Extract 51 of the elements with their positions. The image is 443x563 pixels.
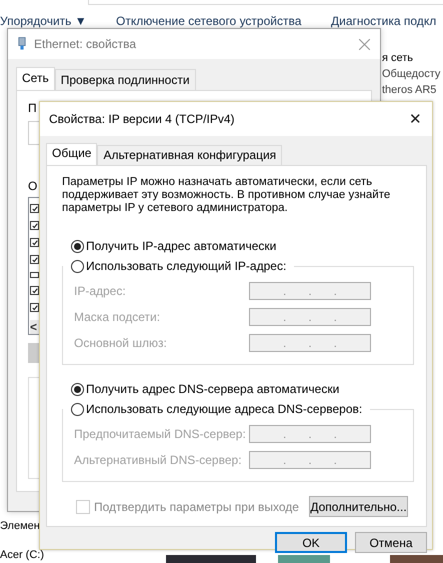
field-label: Основной шлюз: (74, 336, 168, 350)
radio-button[interactable] (71, 382, 84, 396)
radio-label[interactable]: Использовать следующий IP-адрес: (86, 259, 286, 273)
toolbar-item[interactable]: Диагностика подкл (331, 14, 436, 28)
radio-label[interactable]: Использовать следующие адреса DNS-серверов: (86, 402, 362, 416)
field-label: Альтернативный DNS-сервер: (74, 453, 243, 467)
checkbox[interactable] (30, 255, 39, 264)
advanced-button[interactable]: Дополнительно... (309, 496, 408, 517)
checkmark-icon (32, 288, 38, 294)
close-button[interactable]: ✕ (407, 112, 424, 126)
checkbox[interactable] (30, 221, 39, 230)
field-label: Маска подсети: (74, 310, 162, 324)
checkmark-icon (32, 304, 38, 310)
close-icon[interactable] (359, 38, 370, 50)
checkbox[interactable] (30, 204, 39, 213)
dialog-button[interactable]: Отмена (355, 532, 427, 553)
checkmark-icon (32, 256, 38, 262)
checkbox[interactable] (30, 286, 39, 295)
toolbar-item[interactable]: Отключение сетевого устройства (116, 14, 302, 28)
field-label: IP-адрес: (74, 284, 127, 298)
tab[interactable]: Проверка подлинности (54, 69, 196, 90)
radio-label[interactable]: Получить IP-адрес автоматически (86, 239, 276, 253)
tab[interactable]: Альтернативная конфигурация (97, 145, 282, 165)
window-title: Ethernet: свойства (34, 37, 138, 51)
checkbox[interactable] (30, 238, 39, 247)
photo-placeholder (390, 555, 443, 563)
section-label: О (28, 179, 38, 193)
detail-text: theros AR5 (382, 84, 438, 96)
radio-button[interactable] (71, 260, 84, 272)
toolbar-item[interactable]: Упорядочить ▼ (0, 14, 87, 28)
checkbox[interactable] (30, 272, 39, 278)
detail-text: Общедосту (382, 68, 440, 80)
checkmark-icon (32, 206, 38, 212)
tab[interactable]: Сеть (16, 67, 55, 90)
section-label: Элемен (0, 520, 40, 532)
dialog-button[interactable]: OK (275, 532, 347, 553)
radio-label[interactable]: Получить адрес DNS-сервера автоматически (86, 382, 340, 396)
tab[interactable]: Общие (46, 143, 98, 165)
description-text: Параметры IP можно назначать автоматически, если сеть поддерживает эту возможность. В противном случае узнайте параметры IP у сетевого администратора. (62, 176, 392, 215)
detail-text: я сеть (382, 52, 414, 64)
checkmark-icon (32, 240, 38, 246)
photo-placeholder (278, 555, 330, 563)
radio-button[interactable] (71, 402, 84, 416)
checkbox[interactable] (30, 303, 39, 312)
radio-button[interactable] (71, 240, 84, 252)
dialog-title: Свойства: IP версии 4 (TCP/IPv4) (49, 112, 236, 126)
checkmark-icon (32, 222, 38, 228)
network-adapter-icon (18, 37, 26, 51)
field-label: Предпочитаемый DNS-сервер: (74, 427, 247, 441)
drive-label: Acer (C:) (0, 549, 44, 561)
section-label: П (28, 101, 37, 115)
